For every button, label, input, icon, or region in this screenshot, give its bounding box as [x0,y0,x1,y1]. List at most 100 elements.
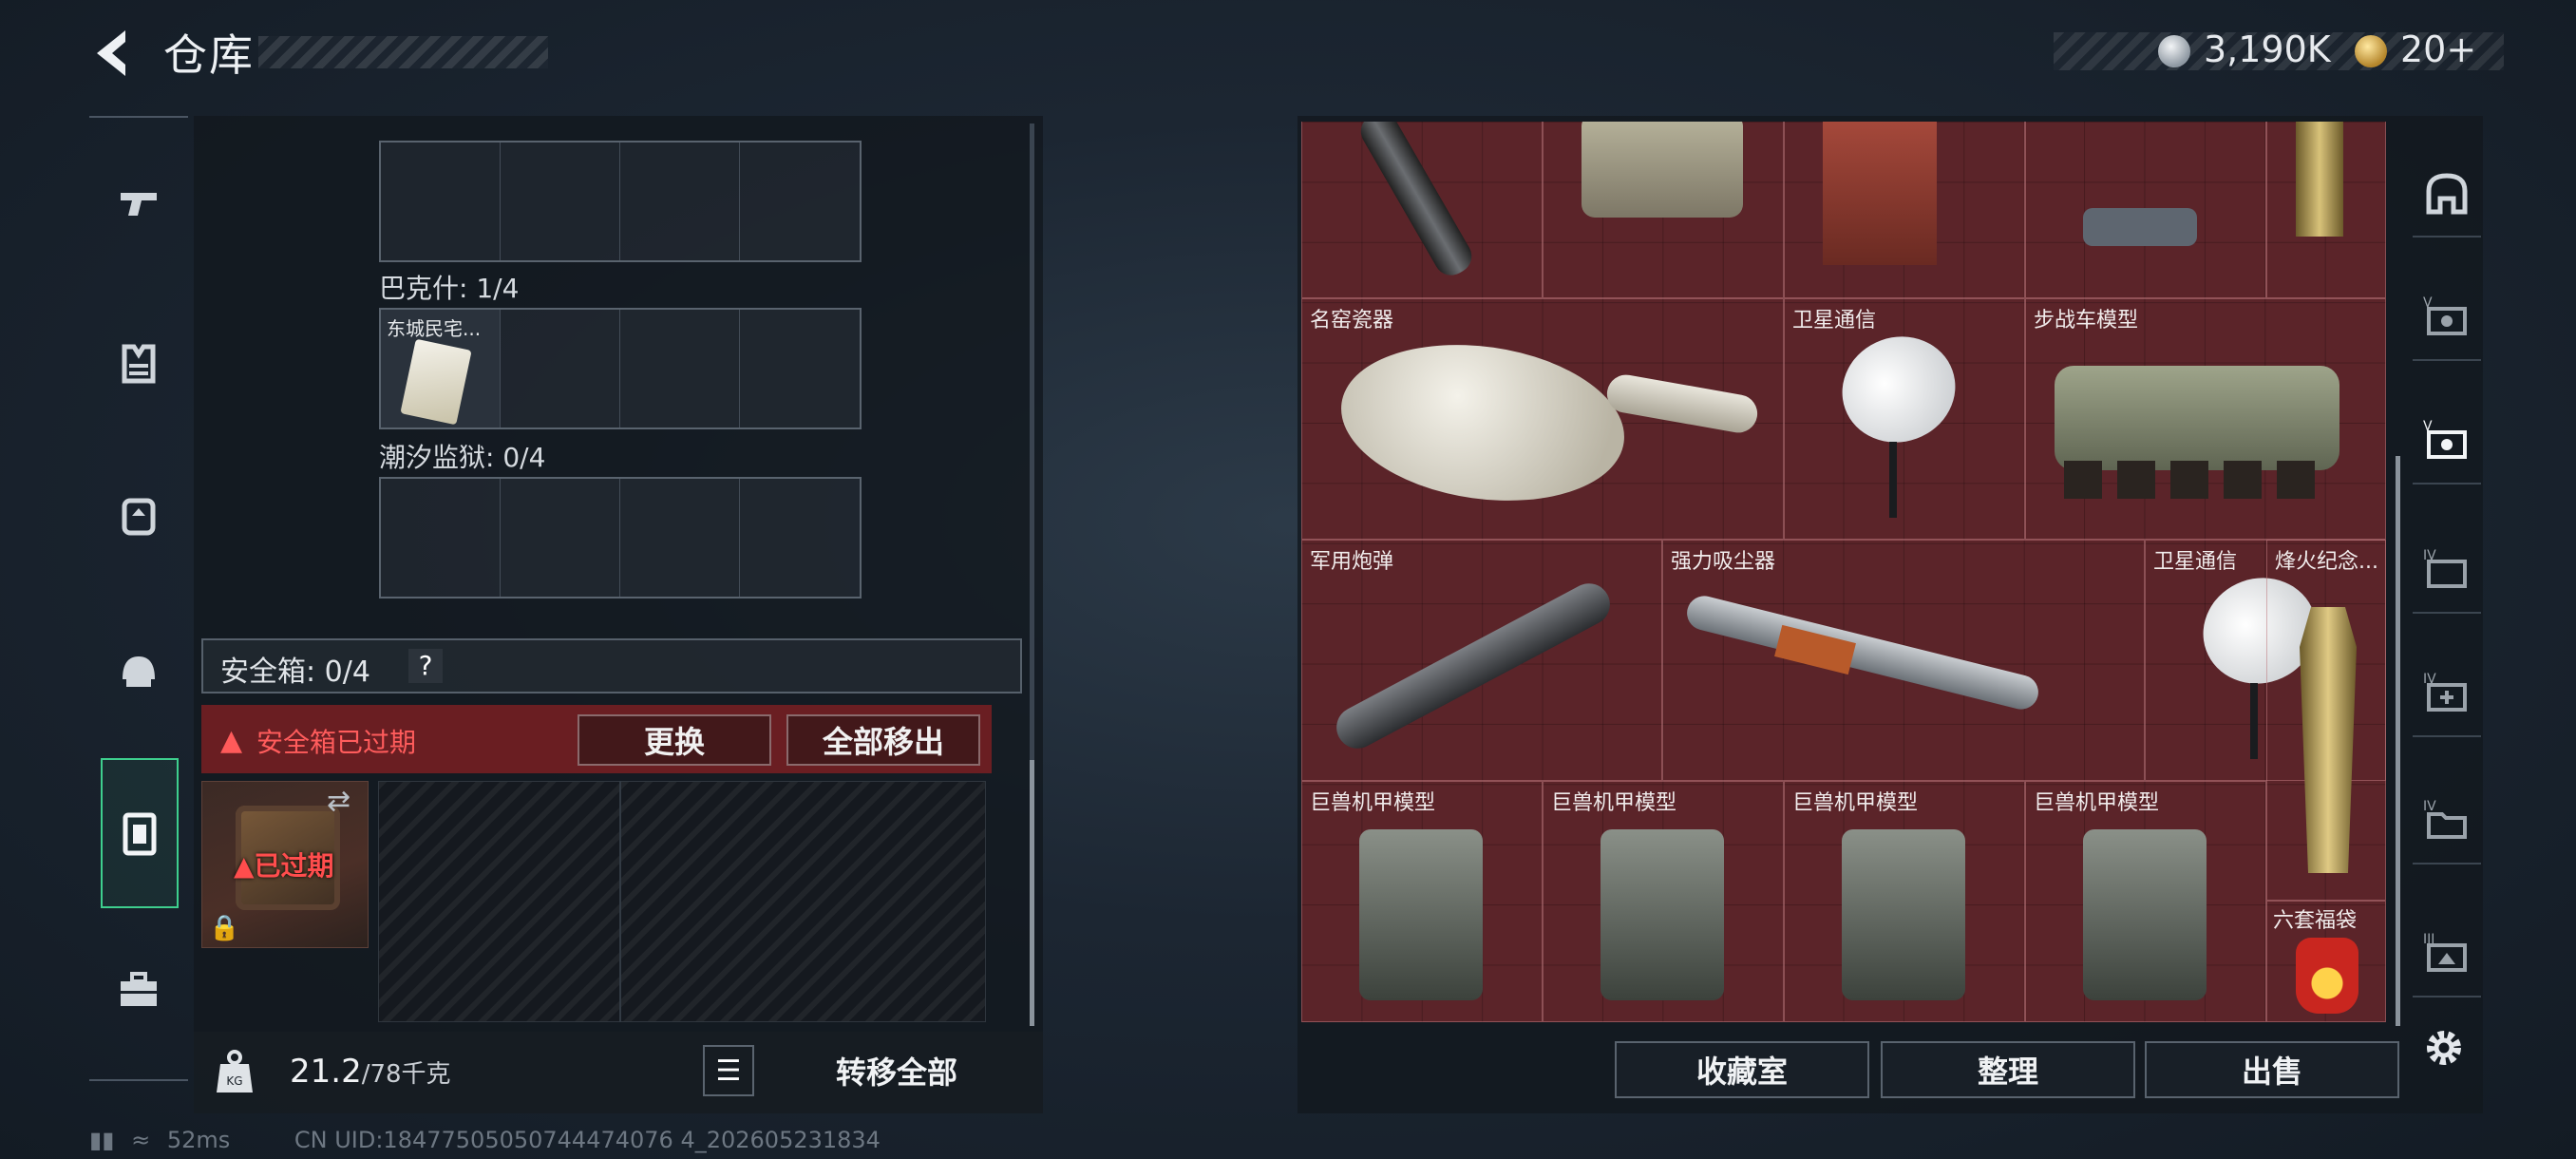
right-scrollbar[interactable] [2396,456,2400,1026]
item-label: 步战车模型 [2034,309,2139,332]
item-satellite[interactable]: 卫星通信 [1784,298,2025,540]
gold-amount[interactable]: 20+ [2400,28,2476,70]
mecha-image [1842,829,1965,1000]
nav-safebox-active[interactable] [101,758,179,908]
tab-case-iii[interactable]: III [2413,912,2481,998]
slot[interactable] [501,310,620,428]
slot[interactable] [381,479,501,597]
item-vacuum-top[interactable] [2025,122,2266,298]
slot[interactable] [501,142,620,260]
weight-max: /78千克 [361,1060,451,1089]
help-icon[interactable]: ? [408,649,443,683]
item-beacon-memorial[interactable]: 烽火纪念... [2266,540,2386,901]
transfer-all-button[interactable]: 转移全部 [775,1037,1018,1104]
move-all-out-button[interactable]: 全部移出 [786,714,980,766]
cabinet-image [1823,122,1937,265]
replace-button[interactable]: 更换 [578,714,771,766]
item-mecha-4[interactable]: 巨兽机甲模型 [2025,781,2266,1022]
battery-icon: ▮▮ [89,1127,115,1153]
item-trophy-top[interactable] [2266,122,2386,298]
nav-helmet[interactable] [99,631,179,711]
item-porcelain[interactable]: 名窑瓷器 [1301,298,1784,540]
section-label-prison: 潮汐监狱: 0/4 [379,442,546,473]
item-label: 巨兽机甲模型 [1310,791,1436,815]
vacuum-head-image [2083,208,2197,246]
title-decoration [258,36,548,68]
item-shell[interactable]: 军用炮弹 [1301,540,1662,781]
nav-armor[interactable] [99,323,179,403]
slot[interactable] [381,142,501,260]
helmet-icon [123,656,155,687]
trophy-image [2296,122,2343,237]
tab-case-v-active[interactable]: V [2413,399,2481,484]
item-lucky-bag[interactable]: 六套福袋 [2266,901,2386,1022]
case-iv-folder-icon: IV [2423,799,2467,839]
safebox-slots[interactable] [378,781,986,1022]
slot[interactable] [620,479,740,597]
item-label: 卫星通信 [2153,550,2238,574]
tab-vault[interactable] [2413,152,2481,238]
item-label: 巨兽机甲模型 [1792,791,1919,815]
slot[interactable] [740,142,860,260]
item-mecha-2[interactable]: 巨兽机甲模型 [1543,781,1784,1022]
shell-image [1329,576,1618,756]
back-arrow-icon[interactable] [87,25,144,82]
item-label: 巨兽机甲模型 [2034,791,2160,815]
silver-coin-icon [2158,35,2190,67]
tab-case-iv[interactable]: IV [2413,528,2481,614]
swap-icon[interactable]: ⇄ [327,785,350,818]
list-icon: ☰ [715,1054,742,1088]
slot-divider [619,781,621,1022]
slot[interactable] [740,310,860,428]
sort-button[interactable]: 整理 [1881,1041,2135,1098]
item-label: 烽火纪念... [2275,550,2378,574]
lock-icon: 🔒 [209,914,240,942]
item-cabinet-top[interactable] [1784,122,2025,298]
item-ifv-model[interactable]: 步战车模型 [2025,298,2386,540]
slot[interactable] [740,479,860,597]
left-scrollbar-thumb[interactable] [1030,760,1034,1026]
porcelain-neck-image [1603,371,1761,436]
item-vacuum[interactable]: 强力吸尘器 [1662,540,2145,781]
stash-item[interactable]: 东城民宅... [381,310,501,428]
weight-readout: 21.2/78千克 [290,1053,451,1091]
porcelain-image [1331,327,1635,519]
vacuum-tube-image [1683,592,2042,713]
safebox-icon [123,812,157,856]
list-view-button[interactable]: ☰ [703,1045,754,1096]
nav-toolbox[interactable] [99,950,179,1030]
ping-readout: 52ms [166,1127,231,1153]
page-title: 仓库 [163,29,255,81]
tab-case-iv-add[interactable]: IV [2413,652,2481,737]
item-mecha-1[interactable]: 巨兽机甲模型 [1301,781,1543,1022]
slot[interactable] [620,142,740,260]
case-iv-icon: IV [2423,548,2467,588]
collection-room-button[interactable]: 收藏室 [1615,1041,1869,1098]
ifv-body-image [2055,366,2339,470]
nav-backpack[interactable] [99,475,179,555]
case-iv-add-icon: IV [2423,672,2467,712]
tab-case-iv-folder[interactable]: IV [2413,779,2481,864]
left-category-nav [89,116,188,1081]
case-iii-icon: III [2423,932,2467,972]
section-label-bakshi: 巴克什: 1/4 [379,273,520,304]
item-label: 六套福袋 [2273,909,2358,933]
weight-icon: KG [217,1050,253,1092]
item-label: 巨兽机甲模型 [1551,791,1677,815]
stash-row-prison [379,477,862,598]
sell-button[interactable]: 出售 [2145,1041,2399,1098]
ifv-wheels-image [2064,461,2330,499]
tab-case-v[interactable]: V [2413,276,2481,361]
item-missile-top[interactable] [1301,122,1543,298]
silver-amount: 3,190K [2204,28,2331,70]
slot[interactable] [501,479,620,597]
warning-icon: ▲ [220,724,243,757]
item-case-top[interactable] [1543,122,1784,298]
item-mecha-3[interactable]: 巨兽机甲模型 [1784,781,2025,1022]
mecha-image [2083,829,2207,1000]
backpack-icon [122,498,156,536]
nav-weapon[interactable] [99,163,179,243]
slot[interactable] [620,310,740,428]
document-item-icon [400,338,472,426]
mecha-image [1601,829,1724,1000]
